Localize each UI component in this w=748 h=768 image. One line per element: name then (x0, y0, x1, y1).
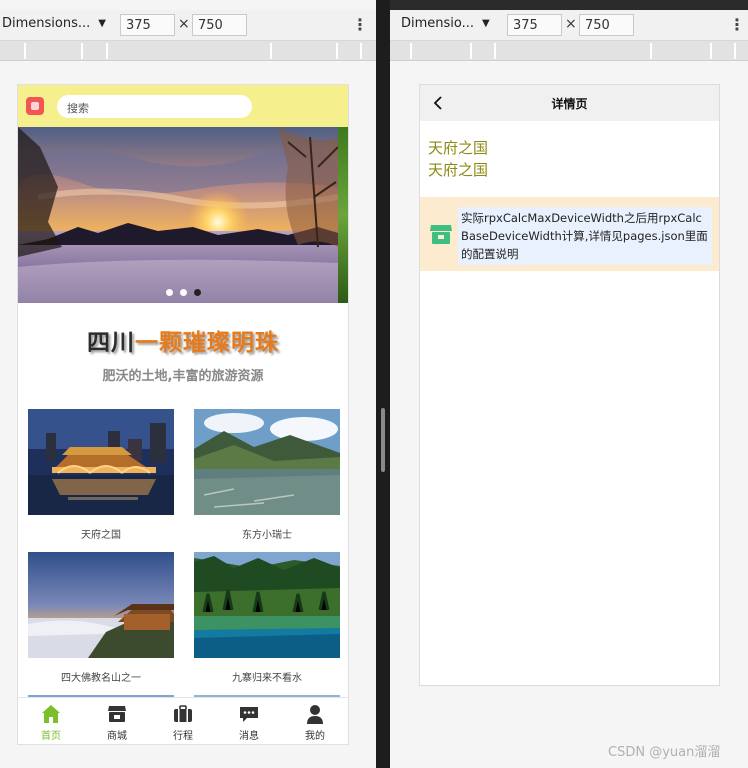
device-dimensions-label: Dimensio... (401, 16, 475, 31)
tab-label: 行程 (173, 731, 193, 742)
nav-title: 详情页 (551, 97, 588, 111)
pagination-dot[interactable] (166, 289, 173, 296)
tab-itinerary[interactable]: 行程 (150, 698, 216, 744)
home-icon (42, 705, 60, 723)
tab-label: 商城 (107, 731, 127, 742)
card-caption: 四大佛教名山之一 (61, 673, 141, 684)
media-query-ruler (390, 41, 748, 61)
card-image-jiuzhai-lake (194, 552, 340, 658)
card-caption: 天府之国 (81, 530, 121, 541)
headline-part-2: 一颗璀璨明珠 (135, 330, 279, 356)
card-caption: 东方小瑞士 (242, 530, 292, 541)
tab-label: 我的 (305, 731, 325, 742)
calendar-icon[interactable] (26, 97, 44, 115)
dropdown-arrow-icon: ▼ (482, 18, 490, 29)
headline-part-1: 四川 (87, 330, 135, 356)
more-options-icon[interactable]: ⋮ (729, 15, 745, 34)
device-dimensions-label: Dimensions... (2, 16, 91, 31)
device-toolbar: Dimensions... ▼ 375 × 750 ⋮ (0, 10, 376, 41)
home-page-preview: 搜索 四川一颗璀璨明珠 肥沃的土地,丰富的旅游资源 天府之国 东方小瑞士 四大佛… (17, 84, 349, 745)
dropdown-arrow-icon: ▼ (98, 18, 106, 29)
store-icon (108, 706, 126, 722)
notice-text: 实际rpxCalcMaxDeviceWidth之后用rpxCalcBaseDev… (458, 207, 712, 265)
user-icon (307, 705, 323, 724)
nav-bar: 详情页 (420, 85, 719, 121)
detail-page-preview: 详情页 天府之国 天府之国 实际rpxCalcMaxDeviceWidth之后用… (419, 84, 720, 686)
tab-home[interactable]: 首页 (18, 698, 84, 744)
scenic-card[interactable]: 天府之国 (28, 409, 174, 541)
detail-title: 天府之国 天府之国 (428, 137, 488, 181)
scenic-card[interactable]: 东方小瑞士 (194, 409, 340, 541)
height-input[interactable]: 750 (579, 14, 634, 36)
briefcase-icon (174, 705, 192, 722)
times-sign: × (565, 16, 577, 32)
notice-block: 实际rpxCalcMaxDeviceWidth之后用rpxCalcBaseDev… (420, 197, 719, 271)
banner-pagination (166, 289, 201, 296)
times-sign: × (178, 16, 190, 32)
height-input[interactable]: 750 (192, 14, 247, 36)
splitter-grip[interactable] (381, 408, 385, 472)
media-query-ruler (0, 41, 376, 61)
banner-swiper[interactable] (18, 127, 348, 303)
left-devtools-pane: Dimensions... ▼ 375 × 750 ⋮ 搜索 四川一颗璀璨明珠 … (0, 0, 376, 768)
device-dimensions-select[interactable]: Dimensions... ▼ (2, 16, 106, 31)
tab-store[interactable]: 商城 (84, 698, 150, 744)
right-devtools-pane: Dimensio... ▼ 375 × 750 ⋮ 详情页 天府之国 天府之国 (390, 0, 748, 768)
watermark: CSDN @yuan溜溜 (608, 745, 721, 760)
banner-next-slide-edge (338, 127, 348, 303)
window-top-strip (390, 0, 748, 10)
search-input[interactable]: 搜索 (57, 95, 252, 118)
detail-title-line: 天府之国 (428, 161, 489, 179)
device-toolbar: Dimensio... ▼ 375 × 750 ⋮ (390, 10, 748, 41)
card-image-mountain-lake (194, 409, 340, 515)
bottom-tab-bar: 首页 商城 行程 消息 我的 (18, 697, 348, 744)
message-icon (240, 707, 258, 722)
page-headline: 四川一颗璀璨明珠 (18, 323, 348, 357)
width-input[interactable]: 375 (507, 14, 562, 36)
card-caption: 九寨归来不看水 (232, 673, 302, 684)
banner-image-winter-sunset (18, 127, 338, 303)
pagination-dot[interactable] (180, 289, 187, 296)
pagination-dot-active[interactable] (194, 289, 201, 296)
card-image-temple-sea-of-clouds (28, 552, 174, 658)
shop-icon (430, 225, 452, 244)
tab-profile[interactable]: 我的 (282, 698, 348, 744)
scenic-card[interactable]: 九寨归来不看水 (194, 552, 340, 684)
page-subheadline: 肥沃的土地,丰富的旅游资源 (102, 369, 264, 384)
more-options-icon[interactable]: ⋮ (352, 15, 368, 34)
card-image-night-bridge (28, 409, 174, 515)
tab-label: 首页 (41, 731, 61, 742)
pane-splitter[interactable] (376, 0, 390, 768)
detail-title-line: 天府之国 (428, 139, 489, 157)
tab-messages[interactable]: 消息 (216, 698, 282, 744)
tab-label: 消息 (239, 731, 259, 742)
device-dimensions-select[interactable]: Dimensio... ▼ (401, 16, 490, 31)
scenic-card[interactable]: 四大佛教名山之一 (28, 552, 174, 684)
search-bar: 搜索 (18, 85, 348, 127)
width-input[interactable]: 375 (120, 14, 175, 36)
